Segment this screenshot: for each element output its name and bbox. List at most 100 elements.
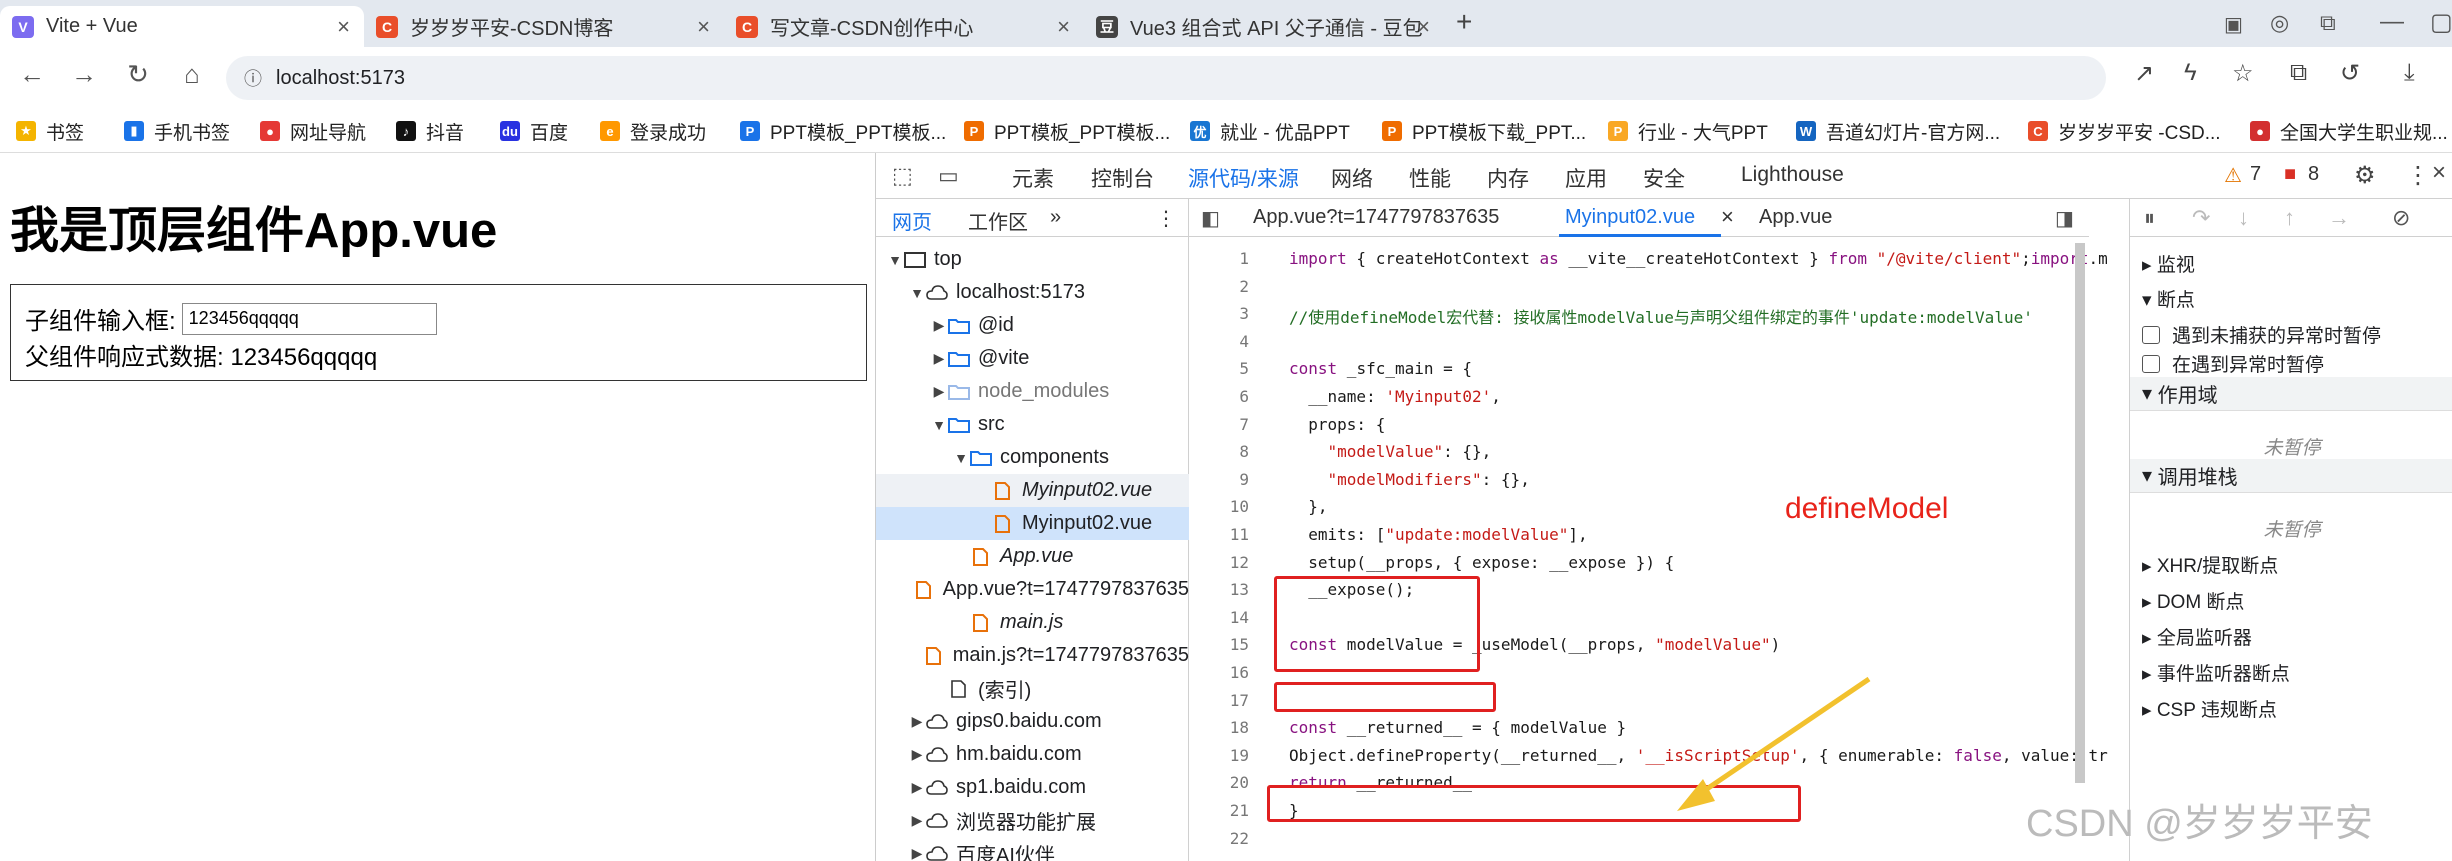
star-icon[interactable]: ☆ bbox=[2232, 59, 2254, 88]
tree-item[interactable]: ▶ 百度AI伙伴 bbox=[876, 837, 1189, 861]
download-icon[interactable]: ⤓ bbox=[2404, 59, 2415, 87]
bookmark-item[interactable]: W 吾道幻灯片-官方网... bbox=[1796, 117, 2000, 145]
expand-arrow-icon[interactable]: ▶ bbox=[930, 317, 948, 334]
tree-item[interactable]: ▼ src bbox=[876, 408, 1189, 441]
device-icon[interactable]: ▭ bbox=[938, 163, 959, 189]
dom-breakpoints-section[interactable]: ▸ DOM 断点 bbox=[2142, 587, 2244, 614]
step-into-icon[interactable]: ↓ bbox=[2238, 205, 2249, 231]
expand-arrow-icon[interactable]: ▼ bbox=[952, 450, 970, 466]
tree-item[interactable]: ▼ components bbox=[876, 441, 1189, 474]
step-icon[interactable]: → bbox=[2328, 205, 2350, 231]
extension-icon[interactable]: ⧉ bbox=[2320, 10, 2336, 36]
step-over-icon[interactable]: ↷ bbox=[2192, 205, 2210, 231]
home-icon[interactable]: ⌂ bbox=[174, 59, 210, 90]
bookmark-item[interactable]: ● 全国大学生职业规... bbox=[2250, 117, 2452, 145]
bookmark-item[interactable]: ● 网址导航 bbox=[260, 117, 366, 145]
tree-item[interactable]: ▶ node_modules bbox=[876, 375, 1189, 408]
line-number[interactable]: 5 bbox=[1189, 359, 1249, 378]
line-number[interactable]: 3 bbox=[1189, 304, 1249, 323]
forward-icon[interactable]: → bbox=[66, 59, 102, 90]
checkbox[interactable] bbox=[2142, 325, 2160, 344]
address-bar[interactable]: ⓘ localhost:5173 bbox=[226, 56, 2106, 100]
bookmark-item[interactable]: e 登录成功 bbox=[600, 117, 706, 145]
bookmark-item[interactable]: P 行业 - 大气PPT bbox=[1608, 117, 1768, 145]
tab-console[interactable]: 控制台 bbox=[1091, 163, 1154, 193]
tab-memory[interactable]: 内存 bbox=[1487, 163, 1529, 193]
line-number[interactable]: 14 bbox=[1189, 608, 1249, 627]
expand-arrow-icon[interactable]: ▶ bbox=[908, 779, 926, 796]
restore-icon[interactable]: ▢ bbox=[2430, 8, 2452, 37]
close-icon[interactable]: × bbox=[1057, 14, 1070, 40]
tree-item[interactable]: ▶ gips0.baidu.com bbox=[876, 705, 1189, 738]
new-tab-icon[interactable]: + bbox=[1456, 6, 1472, 38]
pause-uncaught-option[interactable]: 遇到未捕获的异常时暂停 bbox=[2142, 321, 2381, 348]
tab-performance[interactable]: 性能 bbox=[1409, 163, 1451, 193]
line-number[interactable]: 22 bbox=[1189, 829, 1249, 848]
tab-page[interactable]: 网页 bbox=[892, 206, 932, 235]
tab-network[interactable]: 网络 bbox=[1331, 163, 1373, 193]
expand-arrow-icon[interactable]: ▶ bbox=[930, 350, 948, 367]
tab-workspace[interactable]: 工作区 bbox=[968, 206, 1028, 235]
line-number[interactable]: 13 bbox=[1189, 580, 1249, 599]
tree-item[interactable]: ▼ top bbox=[876, 243, 1189, 276]
breakpoints-section[interactable]: ▾ 断点 bbox=[2142, 285, 2195, 312]
more-tabs-icon[interactable]: » bbox=[1050, 206, 1061, 229]
bookmark-item[interactable]: 优就业 - 优品PPT bbox=[1190, 117, 1350, 145]
puzzle-icon[interactable]: ⧉ bbox=[2290, 59, 2307, 87]
tree-item[interactable]: ▶ 浏览器功能扩展 bbox=[876, 804, 1189, 837]
global-listeners-section[interactable]: ▸ 全局监听器 bbox=[2142, 623, 2252, 650]
bookmark-item[interactable]: ★ 书签 bbox=[16, 117, 84, 145]
expand-arrow-icon[interactable]: ▼ bbox=[930, 417, 948, 433]
browser-tab[interactable]: C 岁岁岁平安-CSDN博客 × bbox=[364, 6, 724, 47]
editor-tab-active[interactable]: Myinput02.vue bbox=[1558, 206, 1722, 237]
expand-arrow-icon[interactable]: ▼ bbox=[908, 285, 926, 301]
tab-search-icon[interactable]: ▣ bbox=[2224, 12, 2243, 37]
history-icon[interactable]: ↺ bbox=[2340, 59, 2360, 88]
bookmark-item[interactable]: P PPT模板_PPT模板... bbox=[740, 117, 946, 145]
tree-item[interactable]: main.js bbox=[876, 606, 1189, 639]
tree-item[interactable]: App.vue bbox=[876, 540, 1189, 573]
line-number[interactable]: 12 bbox=[1189, 553, 1249, 572]
browser-tab[interactable]: C 写文章-CSDN创作中心 × bbox=[724, 6, 1084, 47]
close-icon[interactable]: × bbox=[1721, 204, 1734, 230]
deactivate-breakpoints-icon[interactable]: ⊘ bbox=[2392, 205, 2410, 231]
toggle-debugger-icon[interactable]: ◨ bbox=[2055, 206, 2074, 231]
tree-item[interactable]: main.js?t=1747797837635 bbox=[876, 639, 1189, 672]
line-number[interactable]: 17 bbox=[1189, 691, 1249, 710]
expand-arrow-icon[interactable]: ▶ bbox=[908, 845, 926, 861]
pause-caught-option[interactable]: 在遇到异常时暂停 bbox=[2142, 350, 2324, 377]
line-number[interactable]: 1 bbox=[1189, 249, 1249, 268]
child-input[interactable] bbox=[181, 302, 437, 335]
bolt-icon[interactable]: ϟ bbox=[2184, 59, 2197, 87]
more-icon[interactable]: ⋮ bbox=[2406, 161, 2430, 190]
scope-section[interactable]: ▾ 作用域 bbox=[2130, 377, 2452, 411]
settings-icon[interactable]: ⚙ bbox=[2354, 161, 2376, 190]
tree-item[interactable]: Myinput02.vue bbox=[876, 474, 1189, 507]
step-out-icon[interactable]: ↑ bbox=[2284, 205, 2295, 231]
csp-breakpoints-section[interactable]: ▸ CSP 违规断点 bbox=[2142, 695, 2277, 722]
close-icon[interactable]: × bbox=[2432, 159, 2446, 187]
line-number[interactable]: 7 bbox=[1189, 415, 1249, 434]
tree-item[interactable]: ▼ localhost:5173 bbox=[876, 276, 1189, 309]
bookmark-item[interactable]: ▮ 手机书签 bbox=[124, 117, 230, 145]
error-icon[interactable]: ■ bbox=[2284, 163, 2296, 186]
line-number[interactable]: 2 bbox=[1189, 277, 1249, 296]
tab-security[interactable]: 安全 bbox=[1643, 163, 1685, 193]
line-number[interactable]: 6 bbox=[1189, 387, 1249, 406]
info-icon[interactable]: ⓘ bbox=[244, 65, 262, 91]
editor-tab[interactable]: App.vue bbox=[1759, 206, 1832, 229]
close-icon[interactable]: × bbox=[1417, 14, 1430, 40]
tab-application[interactable]: 应用 bbox=[1565, 163, 1607, 193]
minimize-icon[interactable]: — bbox=[2380, 8, 2404, 36]
line-number[interactable]: 11 bbox=[1189, 525, 1249, 544]
expand-arrow-icon[interactable]: ▼ bbox=[886, 252, 904, 268]
tree-item[interactable]: ▶ @id bbox=[876, 309, 1189, 342]
inspect-icon[interactable]: ⬚ bbox=[892, 163, 913, 189]
bookmark-item[interactable]: du 百度 bbox=[500, 117, 568, 145]
share-icon[interactable]: ↗ bbox=[2134, 59, 2154, 88]
bookmark-item[interactable]: P PPT模板_PPT模板... bbox=[964, 117, 1170, 145]
tree-item[interactable]: ▶ @vite bbox=[876, 342, 1189, 375]
tree-item[interactable]: ▶ hm.baidu.com bbox=[876, 738, 1189, 771]
toggle-navigator-icon[interactable]: ◧ bbox=[1201, 206, 1220, 231]
bookmark-item[interactable]: ♪ 抖音 bbox=[396, 117, 464, 145]
